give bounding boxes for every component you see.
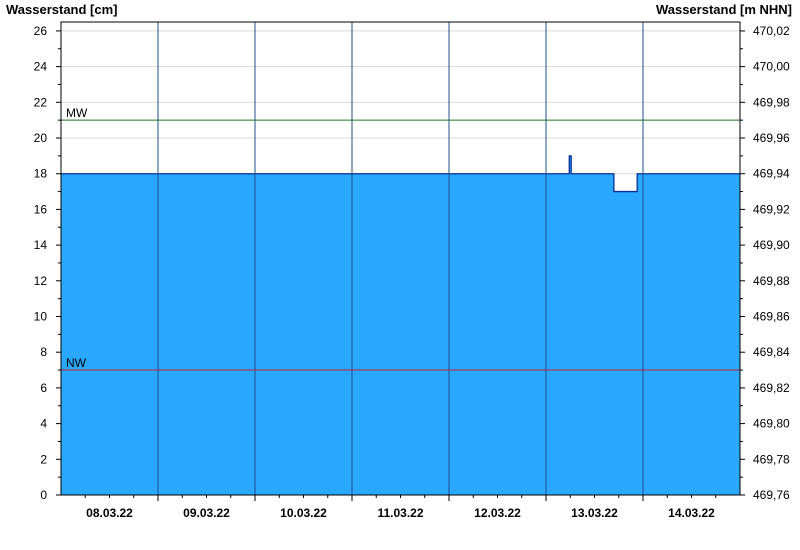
y2-tick-label: 469,98 <box>753 95 790 109</box>
y2-tick-label: 469,86 <box>753 310 790 324</box>
y-tick-label: 0 <box>40 488 47 502</box>
ref-label-mw: MW <box>66 106 88 120</box>
y2-tick-label: 470,02 <box>753 24 790 38</box>
y-tick-label: 20 <box>34 131 48 145</box>
x-tick-label: 10.03.22 <box>280 506 327 520</box>
x-tick-label: 09.03.22 <box>183 506 230 520</box>
y-tick-label: 4 <box>40 417 47 431</box>
x-tick-label: 11.03.22 <box>377 506 423 520</box>
y-tick-label: 22 <box>34 95 48 109</box>
x-tick-label: 13.03.22 <box>571 506 618 520</box>
y2-tick-label: 469,92 <box>753 202 790 216</box>
y-tick-label: 26 <box>34 24 48 38</box>
y2-tick-label: 469,90 <box>753 238 790 252</box>
y-tick-label: 18 <box>34 167 48 181</box>
y-tick-label: 14 <box>34 238 48 252</box>
y-tick-label: 16 <box>34 202 48 216</box>
ref-label-nw: NW <box>66 356 87 370</box>
x-axis: 08.03.22 09.03.22 10.03.22 11.03.22 12.03.22… <box>84 495 717 520</box>
y2-tick-label: 469,88 <box>753 274 790 288</box>
y-tick-label: 2 <box>40 452 47 466</box>
y2-tick-label: 469,78 <box>753 452 790 466</box>
y2-tick-label: 469,80 <box>753 417 790 431</box>
y2-tick-label: 469,76 <box>753 488 790 502</box>
water-level-area <box>61 155 740 495</box>
y-tick-label: 10 <box>34 310 48 324</box>
x-tick-label: 08.03.22 <box>86 506 133 520</box>
y-tick-label: 8 <box>40 345 47 359</box>
x-tick-label: 12.03.22 <box>474 506 521 520</box>
y-axis-right: 469,76 469,78 469,80 469,82 469,84 469,86 469,… <box>740 24 790 502</box>
y-tick-label: 12 <box>34 274 48 288</box>
y2-tick-label: 469,84 <box>753 345 790 359</box>
water-level-chart: Wasserstand [cm] Wasserstand [m NHN] MW N… <box>6 2 792 520</box>
y-tick-label: 24 <box>34 60 48 74</box>
y2-tick-label: 469,94 <box>753 167 790 181</box>
y-axis-title-right: Wasserstand [m NHN] <box>656 2 792 17</box>
y-axis-title-left: Wasserstand [cm] <box>6 2 118 17</box>
y-tick-label: 6 <box>40 381 47 395</box>
y-axis-left: 02468101214161820222426 <box>34 24 61 502</box>
x-tick-label: 14.03.22 <box>668 506 715 520</box>
y2-tick-label: 469,82 <box>753 381 790 395</box>
y2-tick-label: 470,00 <box>753 60 790 74</box>
water-level-fill <box>61 155 740 495</box>
y2-tick-label: 469,96 <box>753 131 790 145</box>
